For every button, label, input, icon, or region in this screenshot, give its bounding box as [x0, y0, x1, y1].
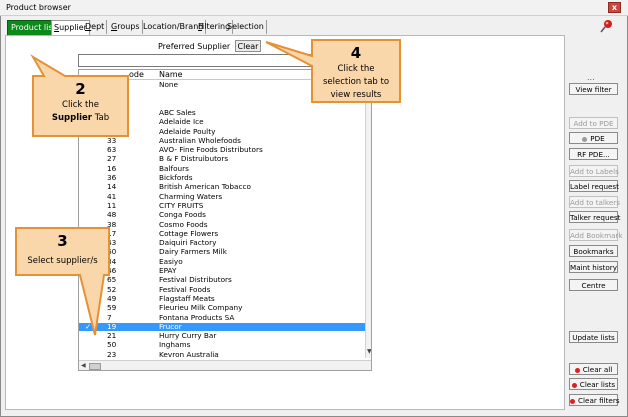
callout-2-number: 2: [75, 80, 86, 98]
callout-3-number: 3: [57, 232, 68, 250]
callout-4-number: 4: [350, 44, 362, 62]
callout-3-text: Select supplier/s: [27, 256, 98, 266]
callout-4-text: Click the selection tab to view results: [322, 64, 390, 100]
callout-2-text: Click the Supplier Tab: [51, 100, 110, 123]
